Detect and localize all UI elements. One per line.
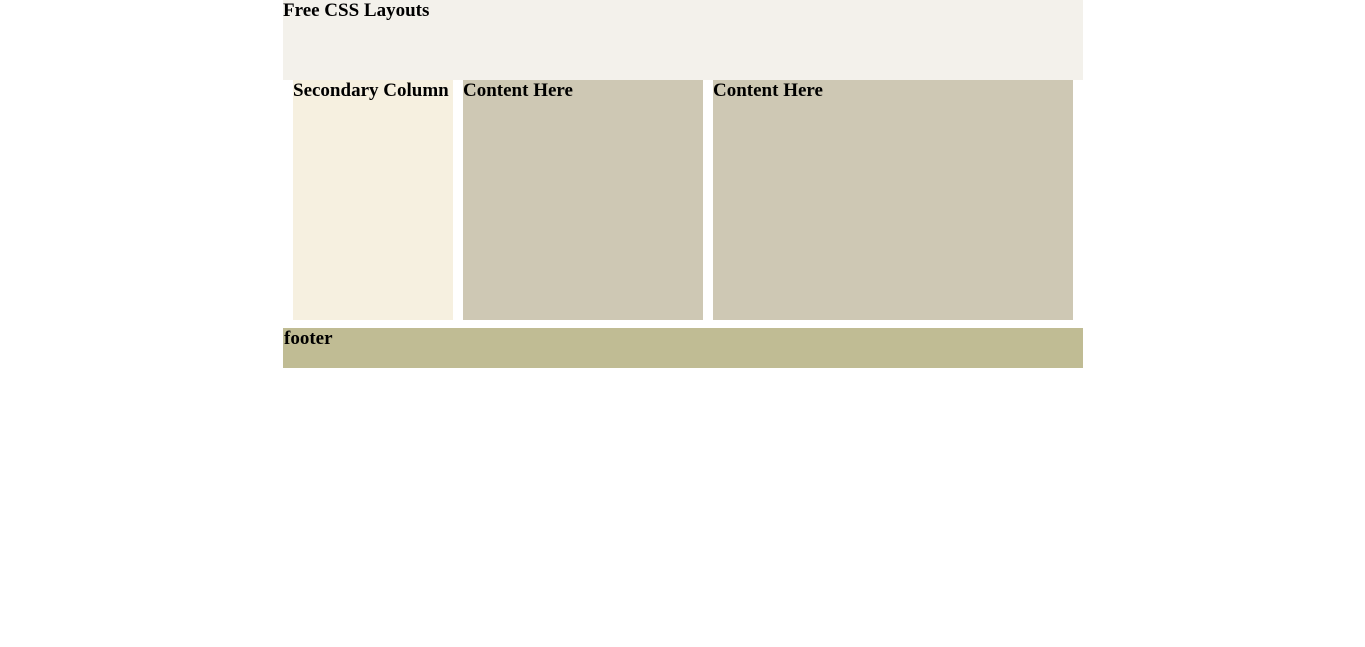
secondary-column: Secondary Column: [293, 80, 453, 320]
content-column-1: Content Here: [463, 80, 703, 320]
content-column-2-title: Content Here: [713, 80, 823, 101]
page-footer: footer: [283, 328, 1083, 368]
content-column-1-title: Content Here: [463, 80, 573, 101]
site-title: Free CSS Layouts: [283, 0, 430, 21]
content-column-2: Content Here: [713, 80, 1073, 320]
footer-text: footer: [284, 328, 333, 349]
secondary-column-title: Secondary Column: [293, 80, 449, 101]
page-header: Free CSS Layouts: [283, 0, 1083, 80]
